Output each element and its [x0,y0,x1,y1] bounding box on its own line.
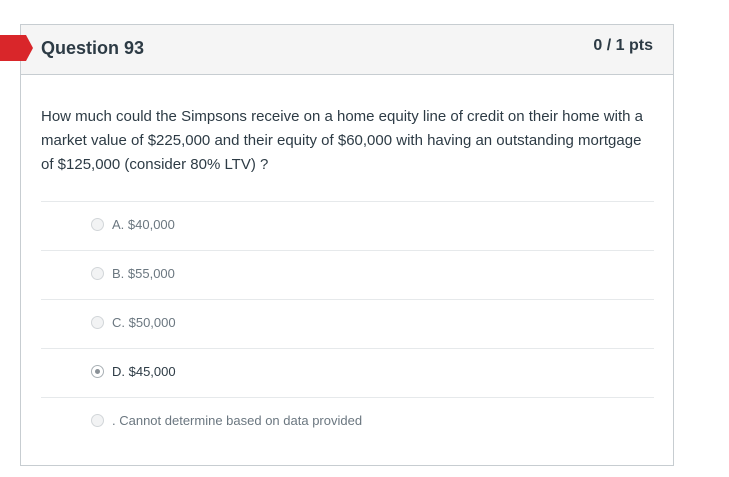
answer-list: A. $40,000 B. $55,000 C. $50,000 D. $45,… [41,201,654,446]
radio-button[interactable] [91,218,104,231]
question-text: How much could the Simpsons receive on a… [41,108,643,173]
answer-option-e[interactable]: . Cannot determine based on data provide… [41,397,654,446]
radio-button[interactable] [91,414,104,427]
question-title: Question 93 [41,38,145,58]
quiz-page: Question 93 0 / 1 pts How much could the… [0,0,729,477]
answer-label: A. $40,000 [112,217,175,232]
question-card: Question 93 0 / 1 pts How much could the… [0,24,674,466]
answer-option-c[interactable]: C. $50,000 [41,299,654,348]
answer-option-a[interactable]: A. $40,000 [41,201,654,250]
radio-button[interactable] [91,267,104,280]
radio-button-selected[interactable] [91,365,104,378]
answer-option-b[interactable]: B. $55,000 [41,250,654,299]
answer-label: D. $45,000 [112,364,176,379]
answer-label: C. $50,000 [112,315,176,330]
answer-label: B. $55,000 [112,266,175,281]
radio-button[interactable] [91,316,104,329]
question-points: 0 / 1 pts [593,37,653,54]
answer-label: . Cannot determine based on data provide… [112,413,363,428]
question-header: Question 93 0 / 1 pts [0,25,673,75]
flag-icon [0,35,33,61]
answer-option-d[interactable]: D. $45,000 [41,348,654,397]
